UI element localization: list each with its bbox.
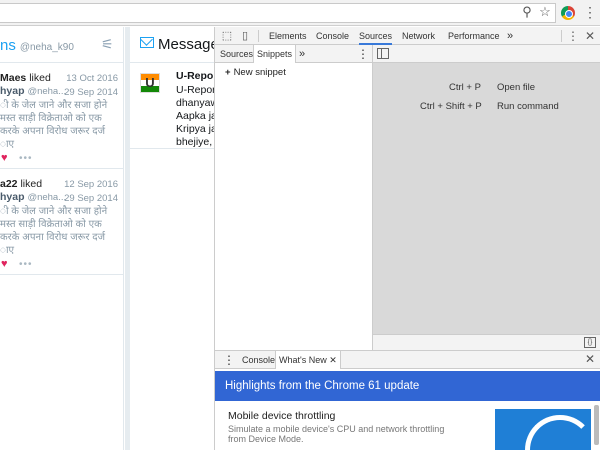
tweet-text-line: मस्त साड़ी विक्रेताओ को एक [0,113,102,124]
toggle-navigator-icon[interactable] [377,48,389,59]
tweet-text-line: करके अपना विरोध जरूर दर्ज [0,232,106,243]
devtools-panel: ⬚ ▯ Elements Console Sources Network Per… [214,27,600,450]
feature-description: Simulate a mobile device's CPU and netwo… [228,424,445,444]
whats-new-content: Mobile device throttling Simulate a mobi… [215,401,600,450]
tab-whats-new[interactable]: What's New ✕ [275,351,341,369]
author-name: hyap [0,85,25,97]
tweet-text-line: ी के जेल जाने और सजा होने [0,100,108,111]
message-item[interactable]: U-Report U-Report dhanyaw Aapka ja Kripy… [130,64,221,149]
tab-network[interactable]: Network [402,27,435,45]
message-line: bhejiye, j [176,136,218,148]
pretty-print-icon[interactable]: {} [584,337,596,348]
avatar [140,73,160,93]
editor-area: Ctrl + P Open file Ctrl + Shift + P Run … [373,45,600,350]
notification-actor: Maes liked [0,72,51,84]
notifications-title: ns @neha_k90 [0,37,74,54]
shortcut-action: Run command [497,101,559,112]
editor-status-bar: {} [373,334,600,350]
editor-tabs [373,45,600,63]
sources-navigator: Sources Snippets » ⋮ + New snippet [215,45,373,350]
actor-name: Maes [0,72,27,84]
heart-icon[interactable]: ♥ [1,152,8,164]
actor-name: a22 [0,178,18,190]
messages-column: Message U-Report U-Report dhanyaw Aapka … [130,27,221,450]
message-line: U-Report [176,84,219,96]
inspect-element-icon[interactable]: ⬚ [220,29,234,43]
shortcut-keys: Ctrl + Shift + P [420,101,482,112]
action-text: liked [20,178,43,190]
shortcut-keys: Ctrl + P [449,82,481,93]
more-icon[interactable]: ••• [19,153,33,164]
message-line: dhanyaw [176,97,219,109]
tab-performance[interactable]: Performance [448,27,500,45]
menu-icon[interactable]: ⋮ [566,29,580,43]
notifications-column: ns @neha_k90 ⚟ Maes liked 13 Oct 2016 hya… [0,27,124,450]
tab-elements[interactable]: Elements [269,27,307,45]
drawer-menu-icon[interactable]: ⋮ [223,351,235,369]
tweet-text-line: ाए [0,139,15,150]
author-name: hyap [0,191,25,203]
devtools-toolbar: ⬚ ▯ Elements Console Sources Network Per… [215,27,600,45]
star-icon[interactable]: ☆ [537,4,553,20]
messages-header: Message [130,27,219,63]
device-toolbar-icon[interactable]: ▯ [238,29,252,43]
tweet-text-line: करके अपना विरोध जरूर दर्ज [0,126,106,137]
navigator-menu-icon[interactable]: ⋮ [357,45,369,63]
whats-new-banner: Highlights from the Chrome 61 update [215,371,600,401]
drawer-tabs: ⋮ Console What's New ✕ ✕ [215,351,600,369]
message-line: Aapka ja [176,110,217,122]
close-icon[interactable]: ✕ [583,29,597,43]
scrollbar[interactable] [594,405,599,445]
author-handle: @neha... [27,192,67,203]
plus-icon: + [225,67,231,78]
notifications-header: ns @neha_k90 ⚟ [0,27,123,63]
close-drawer-icon[interactable]: ✕ [585,352,595,366]
toolbar-divider [258,30,259,42]
browser-toolbar: ⚲ ☆ ⋮ [0,0,600,26]
heart-icon[interactable]: ♥ [1,258,8,270]
tweet-author: hyap @neha... [0,85,66,97]
tab-drawer-console[interactable]: Console [242,351,275,369]
tweet-date: 29 Sep 2014 [64,87,118,98]
author-handle: @neha... [27,86,67,97]
notifications-handle: @neha_k90 [19,42,74,53]
filter-icon[interactable]: ⚟ [101,37,117,51]
tweet-text-line: ी के जेल जाने और सजा होने [0,206,108,217]
more-icon[interactable]: ••• [19,259,33,270]
tweet-date: 29 Sep 2014 [64,193,118,204]
pin-icon[interactable]: ⚲ [519,4,535,20]
toolbar-divider [561,30,562,42]
new-snippet-button[interactable]: + New snippet [225,67,286,78]
tweet-text-line: मस्त साड़ी विक्रेताओ को एक [0,219,102,230]
envelope-icon [140,37,154,48]
new-snippet-label: New snippet [233,67,286,78]
more-navigator-tabs-button[interactable]: » [299,45,305,63]
notification-date: 13 Oct 2016 [66,73,118,84]
tab-sources[interactable]: Sources [359,27,393,45]
message-line: Kripya ja [176,123,217,135]
shortcut-action: Open file [497,82,536,93]
notifications-title-text: ns [0,37,16,54]
address-bar[interactable] [0,3,556,23]
notification-date: 12 Sep 2016 [64,179,118,190]
feature-title[interactable]: Mobile device throttling [228,410,335,422]
feature-image [495,409,591,450]
close-icon[interactable]: ✕ [329,355,337,365]
devtools-drawer: ⋮ Console What's New ✕ ✕ Highlights from… [215,350,600,450]
tab-console[interactable]: Console [316,27,349,45]
navigator-tabs: Sources Snippets » ⋮ [215,45,372,63]
notification-actor: a22 liked [0,178,42,190]
tweet-text-line: ाए [0,245,15,256]
menu-icon[interactable]: ⋮ [583,5,597,21]
tab-snippets[interactable]: Snippets [253,45,297,63]
tab-sources-navigator[interactable]: Sources [220,45,253,63]
chrome-extension-icon[interactable] [561,6,575,20]
notification-item[interactable]: a22 liked 12 Sep 2016 hyap @neha... 29 S… [0,170,124,275]
notification-item[interactable]: Maes liked 13 Oct 2016 hyap @neha... 29 … [0,64,124,169]
more-tabs-button[interactable]: » [507,27,513,45]
action-text: liked [29,72,51,84]
messages-title: Message [158,36,219,53]
tab-whats-new-label: What's New [279,355,327,365]
tweet-author: hyap @neha... [0,191,66,203]
